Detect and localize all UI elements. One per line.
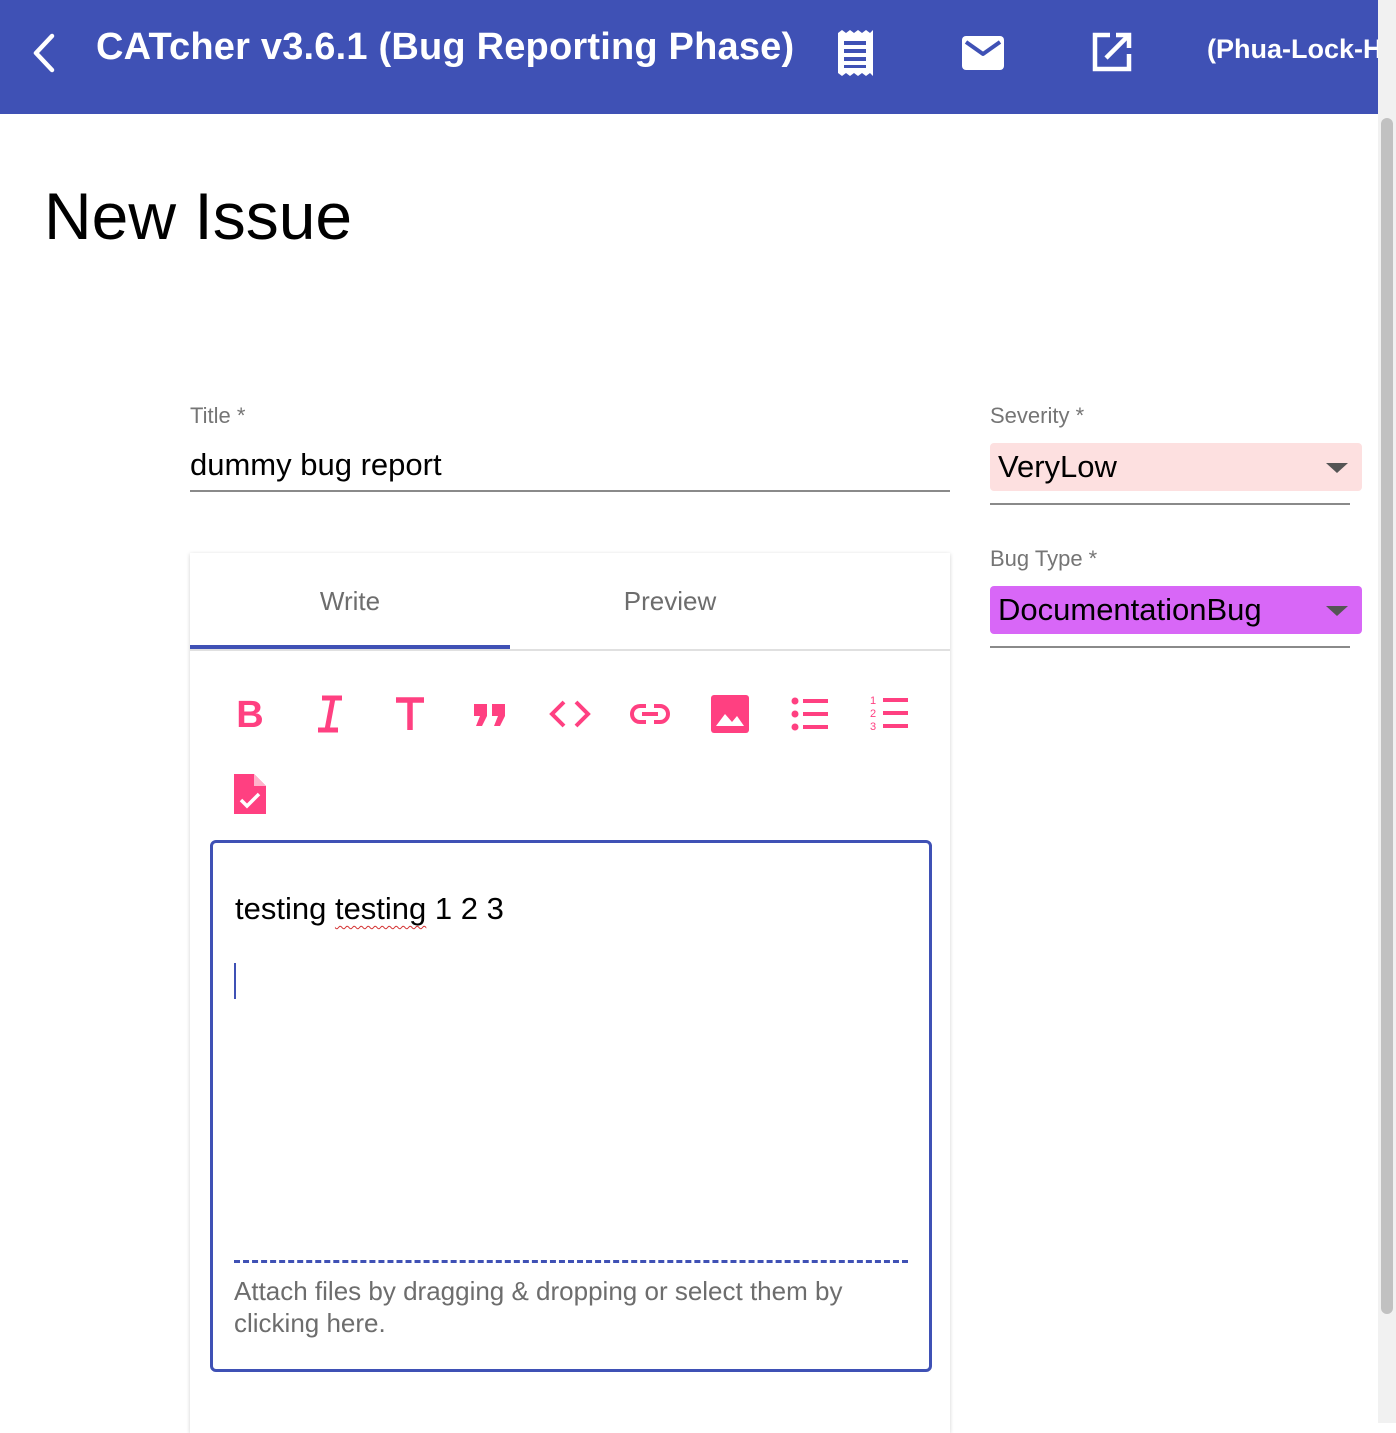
italic-button[interactable] [308, 692, 352, 736]
bullet-list-button[interactable] [788, 692, 832, 736]
dropdown-arrow-icon [1326, 463, 1348, 473]
receipt-icon [838, 30, 873, 76]
code-icon [549, 700, 591, 728]
task-list-icon [234, 774, 266, 814]
attach-files-link[interactable]: Attach files by dragging & dropping or s… [234, 1275, 894, 1339]
numbered-list-icon: 123 [870, 695, 908, 733]
misspelled-word: testing [334, 891, 427, 926]
title-input[interactable] [190, 440, 950, 492]
back-button[interactable] [28, 32, 62, 74]
svg-text:2: 2 [870, 708, 876, 720]
italic-icon [318, 695, 342, 733]
scrollbar-thumb[interactable] [1381, 118, 1393, 1314]
open-in-new-icon [1092, 32, 1132, 72]
dropdown-arrow-icon [1326, 606, 1348, 616]
header-button[interactable] [388, 692, 432, 736]
app-title: CATcher v3.6.1 (Bug Reporting Phase) [96, 26, 795, 68]
scrollbar[interactable] [1378, 0, 1396, 1423]
mail-button[interactable] [962, 36, 1004, 75]
image-icon [711, 695, 749, 733]
severity-value: VeryLow [998, 449, 1117, 484]
bullet-list-icon [791, 697, 828, 731]
session-info-button[interactable] [836, 30, 874, 81]
svg-text:B: B [236, 694, 263, 736]
page-title: New Issue [44, 179, 353, 253]
severity-label: Severity * [990, 403, 1085, 428]
image-button[interactable] [708, 692, 752, 736]
open-in-new-button[interactable] [1092, 32, 1132, 77]
title-label: Title * [190, 403, 246, 428]
quote-button[interactable] [468, 692, 512, 736]
numbered-list-button[interactable]: 123 [868, 692, 912, 736]
severity-underline [990, 503, 1350, 505]
text-caret [234, 963, 236, 999]
attach-divider [234, 1260, 908, 1263]
tab-divider [190, 649, 950, 651]
body-text: testing testing 1 2 3 [235, 891, 504, 926]
severity-select[interactable]: VeryLow [990, 443, 1362, 491]
svg-text:3: 3 [870, 721, 876, 733]
bold-icon: B [236, 694, 263, 736]
active-tab-indicator [190, 645, 510, 649]
task-list-button[interactable] [228, 772, 272, 816]
bug-type-underline [990, 646, 1350, 648]
bold-button[interactable]: B [228, 692, 272, 736]
user-label: (Phua-Lock-H [1207, 34, 1378, 64]
back-chevron-icon [33, 33, 55, 73]
editor-card: Write Preview B 123 testing testing 1 2 … [190, 553, 950, 1433]
mail-icon [962, 36, 1004, 70]
link-icon [630, 704, 670, 724]
link-button[interactable] [628, 692, 672, 736]
tab-write[interactable]: Write [190, 553, 510, 649]
bug-type-select[interactable]: DocumentationBug [990, 586, 1362, 634]
top-app-bar: CATcher v3.6.1 (Bug Reporting Phase) (Ph… [0, 0, 1378, 114]
header-icon [396, 697, 424, 730]
tab-preview[interactable]: Preview [510, 553, 830, 649]
quote-icon [474, 704, 505, 726]
bug-type-value: DocumentationBug [998, 592, 1262, 627]
bug-type-label: Bug Type * [990, 546, 1098, 571]
svg-text:1: 1 [870, 695, 876, 707]
body-textarea[interactable]: testing testing 1 2 3 Attach files by dr… [210, 840, 932, 1372]
code-button[interactable] [548, 692, 592, 736]
